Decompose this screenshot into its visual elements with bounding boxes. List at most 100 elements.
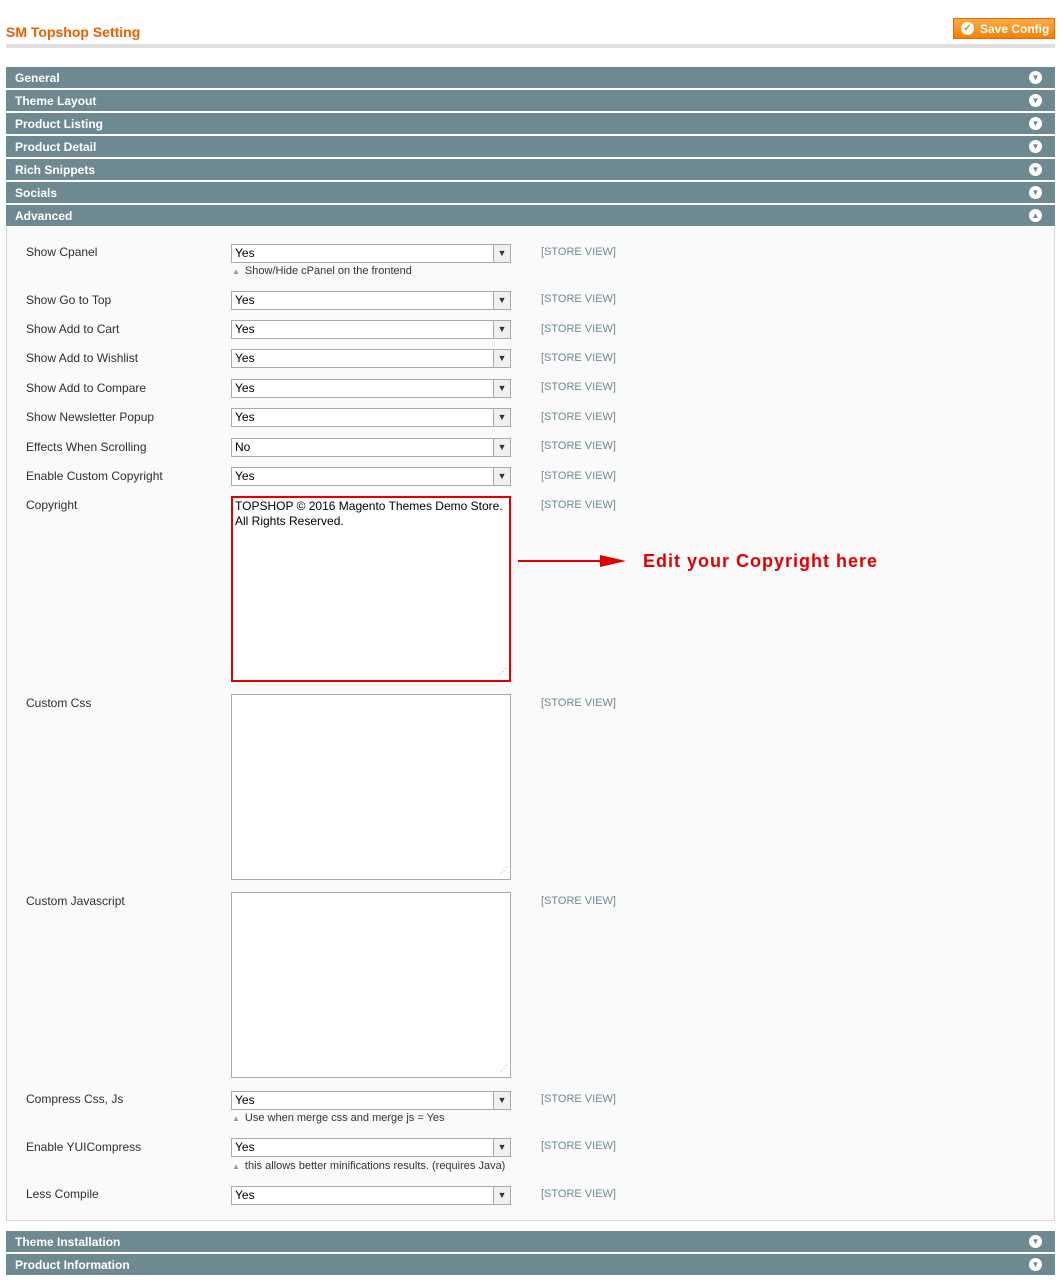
- field-label: Enable Custom Copyright: [26, 469, 163, 483]
- custom-javascript-textarea[interactable]: ⋰: [231, 892, 511, 1078]
- copyright-textarea[interactable]: TOPSHOP © 2016 Magento Themes Demo Store…: [231, 496, 511, 682]
- scope-label: [STORE VIEW]: [541, 352, 616, 364]
- chevron-down-icon: ▼: [493, 350, 510, 367]
- textarea-value: TOPSHOP © 2016 Magento Themes Demo Store…: [235, 499, 503, 528]
- chevron-down-icon: ▼: [493, 292, 510, 309]
- scope-label: [STORE VIEW]: [541, 246, 616, 258]
- title-divider: [6, 44, 1055, 48]
- resize-grip-icon[interactable]: ⋰: [500, 863, 508, 878]
- select-value: Yes: [235, 1140, 255, 1154]
- note-triangle-icon: ▲: [232, 1162, 240, 1171]
- section-label: Product Listing: [15, 117, 103, 131]
- save-config-button[interactable]: ✓ Save Config: [953, 18, 1055, 39]
- select-value: Yes: [235, 469, 255, 483]
- scope-label: [STORE VIEW]: [541, 293, 616, 305]
- scope-label: [STORE VIEW]: [541, 499, 616, 511]
- field-label: Effects When Scrolling: [26, 440, 147, 454]
- expand-icon[interactable]: ▼: [1029, 117, 1042, 130]
- callout-arrow: [518, 560, 604, 562]
- select-value: Yes: [235, 1093, 255, 1107]
- chevron-down-icon: ▼: [493, 409, 510, 426]
- scope-label: [STORE VIEW]: [541, 411, 616, 423]
- note-text: Use when merge css and merge js = Yes: [244, 1112, 445, 1124]
- chevron-down-icon: ▼: [493, 468, 510, 485]
- section-label: Theme Installation: [15, 1235, 121, 1249]
- effects-when-scrolling-select[interactable]: No ▼: [231, 438, 511, 457]
- select-value: Yes: [235, 1188, 255, 1202]
- field-label: Less Compile: [26, 1187, 99, 1201]
- show-cpanel-select[interactable]: Yes ▼: [231, 244, 511, 263]
- check-icon: ✓: [961, 22, 974, 35]
- scope-label: [STORE VIEW]: [541, 895, 616, 907]
- show-add-to-compare-select[interactable]: Yes ▼: [231, 379, 511, 398]
- note-triangle-icon: ▲: [232, 267, 240, 276]
- section-theme-layout[interactable]: Theme Layout ▼: [6, 90, 1055, 112]
- field-label: Copyright: [26, 498, 78, 512]
- chevron-down-icon: ▼: [493, 1092, 510, 1109]
- compress-css-js-select[interactable]: Yes ▼: [231, 1091, 511, 1110]
- chevron-down-icon: ▼: [493, 439, 510, 456]
- page-title: SM Topshop Setting: [6, 24, 141, 40]
- expand-icon[interactable]: ▼: [1029, 163, 1042, 176]
- select-value: Yes: [235, 246, 255, 260]
- show-newsletter-popup-select[interactable]: Yes ▼: [231, 408, 511, 427]
- show-go-to-top-select[interactable]: Yes ▼: [231, 291, 511, 310]
- note-text: Show/Hide cPanel on the frontend: [244, 265, 412, 277]
- field-label: Custom Css: [26, 696, 92, 710]
- field-label: Show Add to Wishlist: [26, 351, 139, 365]
- less-compile-select[interactable]: Yes ▼: [231, 1186, 511, 1205]
- field-label: Show Add to Cart: [26, 322, 120, 336]
- chevron-down-icon: ▼: [493, 380, 510, 397]
- select-value: Yes: [235, 322, 255, 336]
- arrow-head-icon: [600, 555, 626, 567]
- field-label: Enable YUICompress: [26, 1140, 142, 1154]
- advanced-panel: [6, 227, 1055, 1221]
- scope-label: [STORE VIEW]: [541, 470, 616, 482]
- scope-label: [STORE VIEW]: [541, 440, 616, 452]
- scope-label: [STORE VIEW]: [541, 1140, 616, 1152]
- section-theme-installation[interactable]: Theme Installation ▼: [6, 1231, 1055, 1253]
- field-note: ▲ Show/Hide cPanel on the frontend: [232, 265, 412, 277]
- section-label: Theme Layout: [15, 94, 97, 108]
- section-label: Advanced: [15, 209, 73, 223]
- section-label: Product Information: [15, 1258, 130, 1272]
- field-note: ▲ this allows better minifications result…: [232, 1160, 505, 1172]
- chevron-down-icon: ▼: [493, 1187, 510, 1204]
- select-value: Yes: [235, 351, 255, 365]
- field-label: Compress Css, Js: [26, 1092, 124, 1106]
- section-rich-snippets[interactable]: Rich Snippets ▼: [6, 159, 1055, 181]
- chevron-down-icon: ▼: [493, 1139, 510, 1156]
- section-label: Rich Snippets: [15, 163, 96, 177]
- expand-icon[interactable]: ▼: [1029, 1258, 1042, 1271]
- expand-icon[interactable]: ▼: [1029, 71, 1042, 84]
- expand-icon[interactable]: ▼: [1029, 140, 1042, 153]
- expand-icon[interactable]: ▼: [1029, 186, 1042, 199]
- select-value: Yes: [235, 410, 255, 424]
- callout-text: Edit your Copyright here: [643, 551, 879, 571]
- field-label: Show Go to Top: [26, 293, 112, 307]
- field-label: Show Newsletter Popup: [26, 410, 155, 424]
- field-note: ▲ Use when merge css and merge js = Yes: [232, 1112, 445, 1124]
- custom-css-textarea[interactable]: ⋰: [231, 694, 511, 880]
- save-config-label: Save Config: [980, 21, 1050, 36]
- resize-grip-icon[interactable]: ⋰: [499, 664, 507, 679]
- section-general[interactable]: General ▼: [6, 67, 1055, 89]
- show-add-to-cart-select[interactable]: Yes ▼: [231, 320, 511, 339]
- show-add-to-wishlist-select[interactable]: Yes ▼: [231, 349, 511, 368]
- enable-custom-copyright-select[interactable]: Yes ▼: [231, 467, 511, 486]
- expand-icon[interactable]: ▼: [1029, 1235, 1042, 1248]
- section-label: Product Detail: [15, 140, 97, 154]
- select-value: Yes: [235, 381, 255, 395]
- section-product-information[interactable]: Product Information ▼: [6, 1254, 1055, 1276]
- chevron-down-icon: ▼: [493, 321, 510, 338]
- enable-yuicompress-select[interactable]: Yes ▼: [231, 1138, 511, 1157]
- select-value: No: [235, 440, 251, 454]
- expand-icon[interactable]: ▼: [1029, 94, 1042, 107]
- section-advanced[interactable]: Advanced ▲: [6, 205, 1055, 227]
- collapse-icon[interactable]: ▲: [1029, 209, 1042, 222]
- section-product-detail[interactable]: Product Detail ▼: [6, 136, 1055, 158]
- section-product-listing[interactable]: Product Listing ▼: [6, 113, 1055, 135]
- resize-grip-icon[interactable]: ⋰: [500, 1061, 508, 1076]
- section-label: Socials: [15, 186, 58, 200]
- section-socials[interactable]: Socials ▼: [6, 182, 1055, 204]
